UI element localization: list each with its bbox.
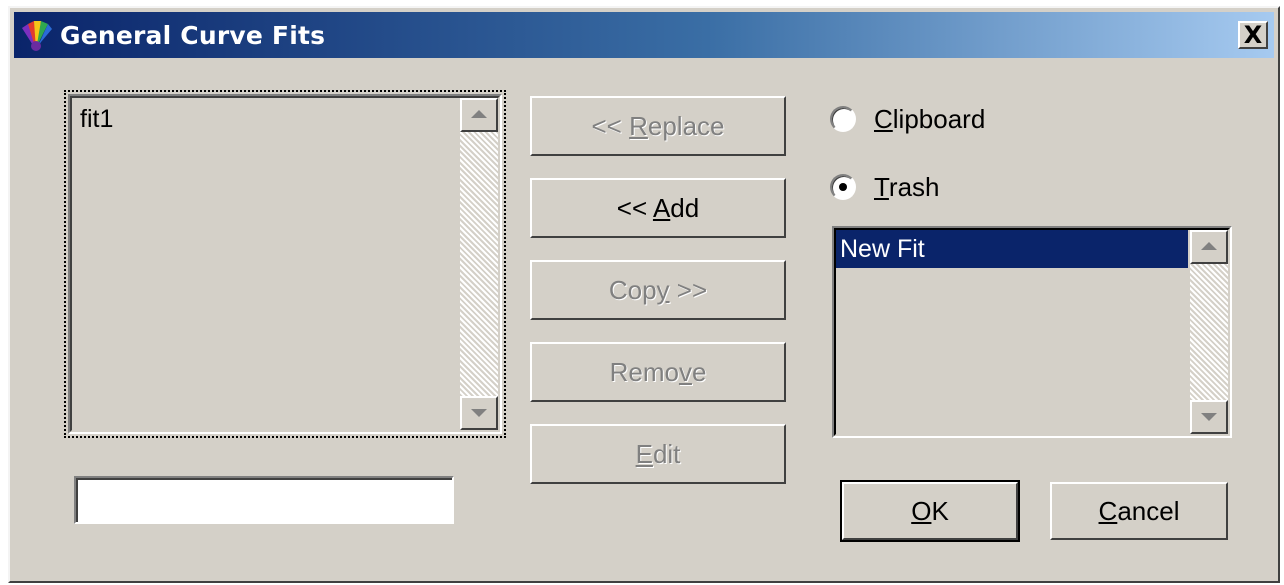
arrow-up-icon bbox=[1201, 242, 1217, 250]
ok-accel-key: O bbox=[911, 496, 932, 526]
copy-label-post: >> bbox=[669, 275, 708, 305]
radio-checked-icon[interactable] bbox=[830, 174, 856, 200]
radio-dot-icon bbox=[839, 183, 847, 191]
cancel-accel-key: C bbox=[1098, 496, 1118, 526]
vertical-scrollbar[interactable] bbox=[1190, 230, 1228, 434]
add-button[interactable]: << Add bbox=[530, 178, 786, 238]
remove-label-post: e bbox=[691, 357, 707, 387]
replace-accel-key: R bbox=[629, 111, 648, 141]
listbox-bevel: fit1 bbox=[70, 96, 500, 432]
remove-label-pre: Remo bbox=[609, 357, 679, 387]
add-accel-key: A bbox=[652, 193, 671, 223]
copy-accel-key: y bbox=[656, 275, 670, 305]
trash-radio-label: Trash bbox=[874, 170, 940, 204]
scroll-down-button[interactable] bbox=[1190, 400, 1228, 434]
dialog-window: General Curve Fits X fit1 << Replace << … bbox=[8, 6, 1280, 583]
copy-button[interactable]: Copy >> bbox=[530, 260, 786, 320]
edit-accel-key: E bbox=[635, 439, 653, 469]
fit-name-input[interactable] bbox=[76, 478, 452, 522]
edit-button[interactable]: Edit bbox=[530, 424, 786, 484]
ok-label-post: K bbox=[931, 496, 949, 526]
radio-icon[interactable] bbox=[830, 106, 856, 132]
trash-accel-key: T bbox=[874, 172, 889, 202]
copy-label-pre: Cop bbox=[608, 275, 657, 305]
cancel-label-post: ancel bbox=[1117, 496, 1180, 526]
app-icon bbox=[18, 18, 54, 54]
arrow-down-icon bbox=[471, 409, 487, 417]
trash-label-post: rash bbox=[888, 172, 940, 202]
scroll-down-button[interactable] bbox=[460, 396, 498, 430]
add-label-post: dd bbox=[670, 193, 700, 223]
title-bar[interactable]: General Curve Fits X bbox=[14, 12, 1274, 58]
list-item-selected[interactable]: New Fit bbox=[836, 230, 1188, 268]
cancel-button[interactable]: Cancel bbox=[1050, 482, 1228, 540]
replace-label-pre: << bbox=[591, 111, 630, 141]
target-listbox[interactable]: New Fit bbox=[832, 226, 1232, 438]
scroll-up-button[interactable] bbox=[460, 98, 498, 132]
window-title: General Curve Fits bbox=[60, 21, 326, 50]
list-item[interactable]: fit1 bbox=[76, 100, 456, 138]
clipboard-label-post: lipboard bbox=[892, 104, 986, 134]
clipboard-accel-key: C bbox=[874, 104, 893, 134]
ok-button[interactable]: OK bbox=[840, 480, 1020, 542]
close-button[interactable]: X bbox=[1238, 21, 1268, 49]
vertical-scrollbar[interactable] bbox=[460, 98, 498, 430]
clipboard-radio-label: Clipboard bbox=[874, 102, 985, 136]
edit-label-post: dit bbox=[652, 439, 681, 469]
scroll-up-button[interactable] bbox=[1190, 230, 1228, 264]
fits-listbox[interactable]: fit1 bbox=[68, 94, 502, 434]
remove-accel-key: v bbox=[678, 357, 692, 387]
replace-button[interactable]: << Replace bbox=[530, 96, 786, 156]
arrow-down-icon bbox=[1201, 413, 1217, 421]
add-label-pre: << bbox=[616, 193, 653, 223]
arrow-up-icon bbox=[471, 110, 487, 118]
name-field-frame bbox=[74, 476, 454, 524]
listbox-bevel: New Fit bbox=[834, 228, 1230, 436]
remove-button[interactable]: Remove bbox=[530, 342, 786, 402]
replace-label-post: eplace bbox=[647, 111, 725, 141]
